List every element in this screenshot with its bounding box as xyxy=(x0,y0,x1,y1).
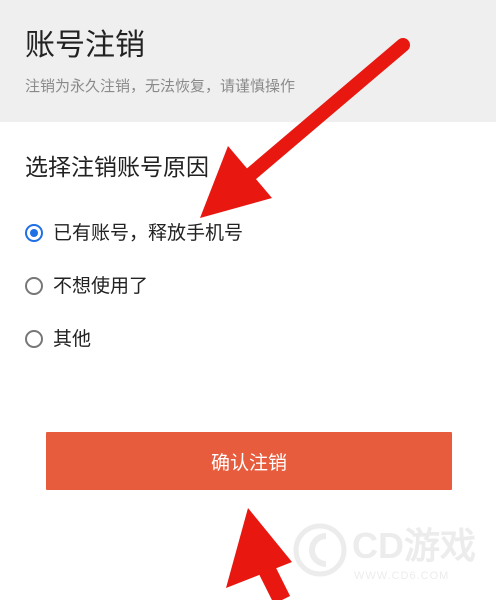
page-title: 账号注销 xyxy=(25,28,145,63)
reason-option-label: 不想使用了 xyxy=(53,275,149,297)
radio-unchecked-icon[interactable] xyxy=(25,330,43,348)
radio-checked-icon[interactable] xyxy=(25,224,43,242)
radio-unchecked-icon[interactable] xyxy=(25,277,43,295)
watermark-brand: CD游戏 xyxy=(352,525,476,566)
confirm-cancel-account-button[interactable]: 确认注销 xyxy=(46,432,452,490)
reason-option-label: 其他 xyxy=(53,328,92,350)
red-arrow-icon xyxy=(226,508,292,600)
reason-option-no-longer-use[interactable]: 不想使用了 xyxy=(25,273,148,299)
reason-option-release-phone[interactable]: 已有账号，释放手机号 xyxy=(25,220,243,246)
watermark: CD游戏 WWW.CD6.COM xyxy=(292,520,492,595)
header-panel: 账号注销 注销为永久注销，无法恢复，请谨慎操作 xyxy=(0,0,496,122)
reason-option-label: 已有账号，释放手机号 xyxy=(53,222,244,244)
page-subtitle: 注销为永久注销，无法恢复，请谨慎操作 xyxy=(25,77,296,95)
cd-logo-icon xyxy=(293,523,347,577)
reason-option-other[interactable]: 其他 xyxy=(25,326,91,352)
watermark-url: WWW.CD6.COM xyxy=(354,570,450,582)
reason-section-title: 选择注销账号原因 xyxy=(25,155,209,181)
